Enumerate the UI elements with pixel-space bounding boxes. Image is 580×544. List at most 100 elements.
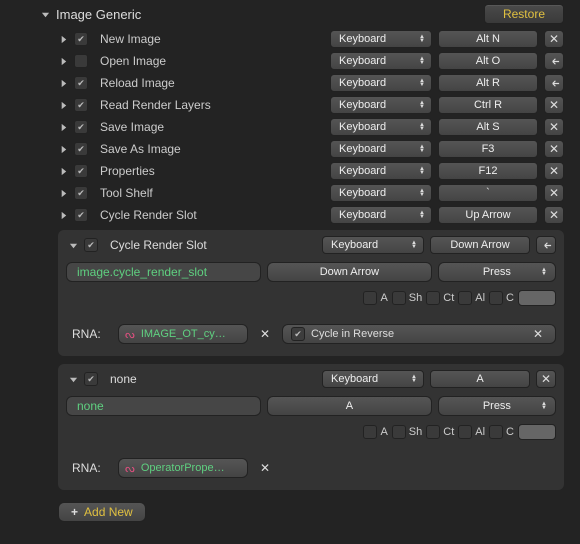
key-button[interactable]: Ctrl R bbox=[438, 96, 538, 114]
mod-ctrl-checkbox[interactable] bbox=[426, 291, 440, 305]
delete-item-button[interactable]: ✕ bbox=[544, 206, 564, 224]
enable-checkbox[interactable] bbox=[74, 208, 88, 222]
item-label: Reload Image bbox=[94, 76, 324, 90]
modifier-row: A Sh Ct Al C bbox=[64, 420, 558, 440]
rna-field[interactable]: ᔓ IMAGE_OT_cy… bbox=[118, 324, 248, 344]
close-icon[interactable]: ✕ bbox=[533, 327, 547, 341]
disclosure-down-icon[interactable] bbox=[68, 374, 78, 384]
operator-input[interactable]: none bbox=[66, 396, 261, 416]
delete-item-button[interactable]: ✕ bbox=[536, 370, 556, 388]
updown-icon: ▲▼ bbox=[417, 211, 427, 219]
disclosure-right-icon[interactable] bbox=[58, 210, 68, 220]
disclosure-down-icon[interactable] bbox=[68, 240, 78, 250]
clear-rna-button[interactable]: ✕ bbox=[256, 325, 274, 343]
maptype-select[interactable]: Keyboard▲▼ bbox=[330, 52, 432, 70]
maptype-select[interactable]: Keyboard▲▼ bbox=[330, 206, 432, 224]
disclosure-down-icon[interactable] bbox=[40, 9, 50, 19]
keymap-item-expanded-2: none Keyboard ▲▼ A ✕ none A Press ▲▼ A S… bbox=[58, 364, 564, 490]
maptype-select[interactable]: Keyboard▲▼ bbox=[330, 74, 432, 92]
item-label: Cycle Render Slot bbox=[104, 238, 316, 252]
updown-icon: ▲▼ bbox=[417, 79, 427, 87]
action-select[interactable]: Press ▲▼ bbox=[438, 396, 556, 416]
keymap-row: Tool ShelfKeyboard▲▼`✕ bbox=[0, 182, 572, 204]
mod-ctrl-checkbox[interactable] bbox=[426, 425, 440, 439]
restore-item-button[interactable] bbox=[544, 52, 564, 70]
key-button[interactable]: ` bbox=[438, 184, 538, 202]
key-button[interactable]: Alt S bbox=[438, 118, 538, 136]
item-label: none bbox=[104, 372, 316, 386]
updown-icon: ▲▼ bbox=[539, 268, 549, 276]
keymap-row: Save Image Keyboard▲▼ Alt S ✕ bbox=[0, 116, 572, 138]
key-button[interactable]: F12 bbox=[438, 162, 538, 180]
disclosure-right-icon[interactable] bbox=[58, 122, 68, 132]
disclosure-right-icon[interactable] bbox=[58, 56, 68, 66]
mod-shift-checkbox[interactable] bbox=[392, 291, 406, 305]
enable-checkbox[interactable] bbox=[74, 142, 88, 156]
keymap-item-expanded-1: Cycle Render Slot Keyboard ▲▼ Down Arrow… bbox=[58, 230, 564, 356]
clear-rna-button[interactable]: ✕ bbox=[256, 459, 274, 477]
maptype-select[interactable]: Keyboard▲▼ bbox=[330, 30, 432, 48]
key-button[interactable]: F3 bbox=[438, 140, 538, 158]
disclosure-right-icon[interactable] bbox=[58, 78, 68, 88]
rna-label: RNA: bbox=[66, 327, 110, 341]
enable-checkbox[interactable] bbox=[74, 54, 88, 68]
enable-checkbox[interactable] bbox=[74, 32, 88, 46]
delete-item-button[interactable]: ✕ bbox=[544, 162, 564, 180]
disclosure-right-icon[interactable] bbox=[58, 100, 68, 110]
disclosure-right-icon[interactable] bbox=[58, 188, 68, 198]
delete-item-button[interactable]: ✕ bbox=[544, 30, 564, 48]
maptype-select[interactable]: Keyboard▲▼ bbox=[330, 162, 432, 180]
mod-any-checkbox[interactable] bbox=[363, 291, 377, 305]
mod-shift-checkbox[interactable] bbox=[392, 425, 406, 439]
restore-item-button[interactable] bbox=[536, 236, 556, 254]
event-select[interactable]: Down Arrow bbox=[267, 262, 432, 282]
mod-any-checkbox[interactable] bbox=[363, 425, 377, 439]
reverse-toggle[interactable]: Cycle in Reverse ✕ bbox=[282, 324, 556, 344]
enable-checkbox[interactable] bbox=[74, 186, 88, 200]
key-button[interactable]: Up Arrow bbox=[438, 206, 538, 224]
mod-cmd-checkbox[interactable] bbox=[489, 425, 503, 439]
delete-item-button[interactable]: ✕ bbox=[544, 118, 564, 136]
maptype-select[interactable]: Keyboard ▲▼ bbox=[322, 236, 424, 254]
add-new-button[interactable]: + Add New bbox=[58, 502, 146, 522]
enable-checkbox[interactable] bbox=[74, 98, 88, 112]
action-select[interactable]: Press ▲▼ bbox=[438, 262, 556, 282]
enable-checkbox[interactable] bbox=[84, 238, 98, 252]
enable-checkbox[interactable] bbox=[74, 164, 88, 178]
delete-item-button[interactable]: ✕ bbox=[544, 96, 564, 114]
restore-item-button[interactable] bbox=[544, 74, 564, 92]
maptype-select[interactable]: Keyboard ▲▼ bbox=[322, 370, 424, 388]
keymap-row: Read Render LayersKeyboard▲▼Ctrl R✕ bbox=[0, 94, 572, 116]
mod-cmd-checkbox[interactable] bbox=[489, 291, 503, 305]
enable-checkbox[interactable] bbox=[74, 120, 88, 134]
delete-item-button[interactable]: ✕ bbox=[544, 140, 564, 158]
updown-icon: ▲▼ bbox=[417, 189, 427, 197]
key-button[interactable]: Alt O bbox=[438, 52, 538, 70]
key-button[interactable]: Alt N bbox=[438, 30, 538, 48]
maptype-select[interactable]: Keyboard▲▼ bbox=[330, 184, 432, 202]
mod-alt-checkbox[interactable] bbox=[458, 425, 472, 439]
event-select[interactable]: A bbox=[267, 396, 432, 416]
key-button[interactable]: Alt R bbox=[438, 74, 538, 92]
enable-checkbox[interactable] bbox=[74, 76, 88, 90]
mod-extra-button[interactable] bbox=[518, 424, 556, 440]
key-button[interactable]: A bbox=[430, 370, 530, 388]
mod-extra-button[interactable] bbox=[518, 290, 556, 306]
maptype-select[interactable]: Keyboard▲▼ bbox=[330, 140, 432, 158]
key-button[interactable]: Down Arrow bbox=[430, 236, 530, 254]
mod-alt-checkbox[interactable] bbox=[458, 291, 472, 305]
delete-item-button[interactable]: ✕ bbox=[544, 184, 564, 202]
item-label: Save Image bbox=[94, 120, 324, 134]
rna-field[interactable]: ᔓ OperatorPrope… bbox=[118, 458, 248, 478]
maptype-select[interactable]: Keyboard▲▼ bbox=[330, 96, 432, 114]
maptype-select[interactable]: Keyboard▲▼ bbox=[330, 118, 432, 136]
disclosure-right-icon[interactable] bbox=[58, 34, 68, 44]
enable-checkbox[interactable] bbox=[84, 372, 98, 386]
updown-icon: ▲▼ bbox=[417, 57, 427, 65]
keymap-row: Open ImageKeyboard▲▼Alt O bbox=[0, 50, 572, 72]
restore-button[interactable]: Restore bbox=[484, 4, 564, 24]
disclosure-right-icon[interactable] bbox=[58, 144, 68, 154]
disclosure-right-icon[interactable] bbox=[58, 166, 68, 176]
item-label: New Image bbox=[94, 32, 324, 46]
operator-input[interactable]: image.cycle_render_slot bbox=[66, 262, 261, 282]
